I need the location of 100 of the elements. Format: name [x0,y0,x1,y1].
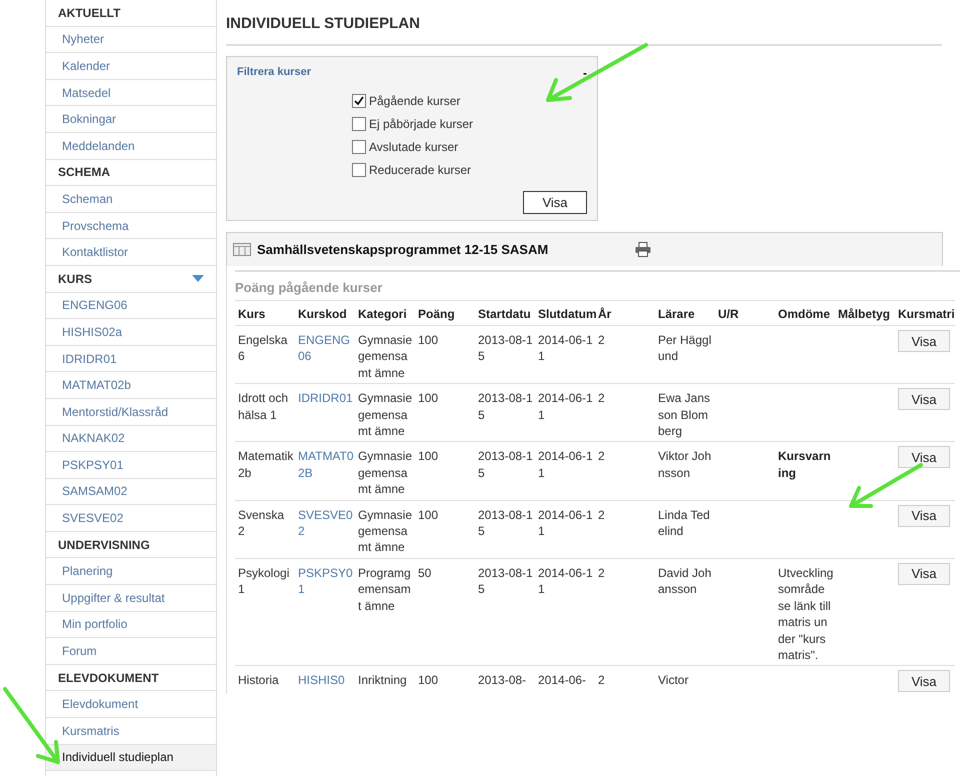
section-title: UNDERVISNING [58,538,150,552]
table-cell: Linda Tedelind [658,508,710,538]
section-title: KURS [58,272,92,286]
course-code-link[interactable]: ENGENG06 [298,332,354,365]
sidebar-link[interactable]: SVESVE02 [46,505,216,532]
table-cell: Gymnasiegemensamt ämne [358,508,412,554]
column-header: År [595,300,655,326]
checkbox[interactable] [352,163,366,177]
sidebar-link[interactable]: Nyheter [46,26,216,54]
column-header: Omdöme [775,300,835,326]
table-cell: 100 [418,391,438,406]
table-cell: Ewa Jansson Blomberg [658,391,710,438]
table-cell: 2014-06-11 [538,333,593,364]
table-cell: 2 [598,673,605,688]
table-cell: Programgemensamt ämne [358,566,411,613]
table-cell: 2 [598,566,605,580]
sidebar-link[interactable]: Mentorstid/Klassråd [46,398,216,426]
table-cell: Viktor Johnsson [658,449,712,480]
table-cell: 2013-08-15 [478,508,533,538]
sidebar-link[interactable]: Scheman [46,186,216,213]
table-cell: 2013-08-15 [478,333,533,364]
sidebar-link[interactable]: Bokningar [46,106,216,133]
show-button[interactable]: Visa [898,562,950,585]
page-title: INDIVIDUELL STUDIEPLAN [226,15,421,32]
sidebar-link[interactable]: Kalender [46,53,216,80]
table-cell: 2014-06-11 [538,508,593,538]
sidebar-link[interactable]: NAKNAK02 [46,426,216,452]
sidebar-link[interactable]: Provschema [46,212,216,240]
table-cell: Engelska 6 [238,333,288,364]
sidebar-link[interactable]: Forum [46,638,216,665]
course-code-link[interactable]: MATMAT02B [298,448,354,482]
show-button[interactable]: Visa [898,330,950,352]
table-cell: Svenska 2 [238,508,284,538]
table-cell: 100 [418,508,438,522]
checkbox[interactable] [352,140,366,154]
sidebar-link[interactable]: HISHIS02a [46,319,216,346]
table-cell: 2013-08-15 [478,566,533,596]
table-cell: Matematik 2b [238,449,294,480]
table-cell: Victor [658,673,688,688]
column-header: Kategori [355,300,415,326]
column-header: Kurskod [295,300,355,326]
table-cell: 100 [418,673,438,688]
table-cell: 2 [598,391,605,406]
sidebar-link[interactable]: MATMAT02b [46,372,216,399]
checkbox[interactable] [352,94,366,108]
sidebar-link[interactable]: Elevdokument [46,691,216,718]
column-header: Målbetyg [835,300,895,326]
sidebar-link[interactable]: ENGENG06 [46,292,216,320]
table-cell: 2013-08-15 [478,449,533,480]
program-title: Samhällsvetenskapsprogrammet 12-15 SASAM [257,242,550,257]
table-cell: 2014-06-11 [538,566,593,596]
course-code-link[interactable]: HISHIS0 [298,672,354,689]
sidebar-link[interactable]: Kontaktlistor [46,239,216,266]
table-cell: 2014-06- [538,673,586,688]
table-cell: Per Hägglund [658,333,712,364]
table-caption: Poäng pågående kurser [235,270,960,300]
assessment-text: Kursvarning [778,449,831,480]
table-cell: Gymnasiegemensamt ämne [358,449,412,496]
sidebar-link[interactable]: IDRIDR01 [46,346,216,372]
sidebar-link[interactable]: Matsedel [46,80,216,106]
sidebar-link[interactable]: Min portfolio [46,612,216,638]
sidebar-link[interactable]: Meddelanden [46,132,216,160]
show-button[interactable]: Visa [898,504,950,527]
column-header: Kurs [235,300,295,326]
checkbox[interactable] [352,117,366,131]
sidebar-link[interactable]: Individuell studieplan [46,744,216,772]
show-button[interactable]: Visa [898,388,950,410]
table-cell: 50 [418,566,432,580]
sidebar-link[interactable]: Uppgifter & resultat [46,585,216,612]
course-code-link[interactable]: PSKPSY01 [298,564,354,598]
show-button[interactable]: Visa [898,670,950,692]
assessment-text: Utvecklingsområde se länk till matris under "kursmatris". [778,566,834,662]
show-button[interactable]: Visa [523,191,587,214]
printer-icon[interactable] [635,242,651,257]
collapse-toggle[interactable]: - [583,66,587,80]
sidebar-link[interactable]: PSKPSY01 [46,452,216,479]
checkbox-label: Reducerade kurser [369,163,472,177]
table-cell: Gymnasiegemensamt ämne [358,333,412,380]
column-header: Startdatu [475,300,535,326]
column-header: Slutdatum [535,300,595,326]
column-header: Poäng [415,300,475,326]
column-header: Lärare [655,300,715,326]
table-cell: 2014-06-11 [538,449,593,480]
table-cell: 2014-06-11 [538,391,593,422]
table-cell: Inriktning [358,673,407,688]
table-cell: 2013-08-15 [478,391,533,422]
expand-triangle-icon[interactable] [192,275,204,282]
filter-title: Filtrera kurser [237,66,311,80]
table-cell: David Johansson [658,566,712,596]
sidebar-link[interactable]: Planering [46,558,216,586]
table-cell: Psykologi 1 [238,566,290,596]
sidebar-link[interactable]: SAMSAM02 [46,478,216,506]
checkbox-label: Ej påbörjade kurser [369,117,474,131]
course-code-link[interactable]: SVESVE02 [298,506,354,540]
column-header: U/R [715,300,775,326]
table-cell: 100 [418,333,438,347]
course-code-link[interactable]: IDRIDR01 [298,390,354,407]
table-cell: Idrott och hälsa 1 [238,391,288,422]
table-cell: 2 [598,508,605,522]
show-button[interactable]: Visa [898,446,950,468]
